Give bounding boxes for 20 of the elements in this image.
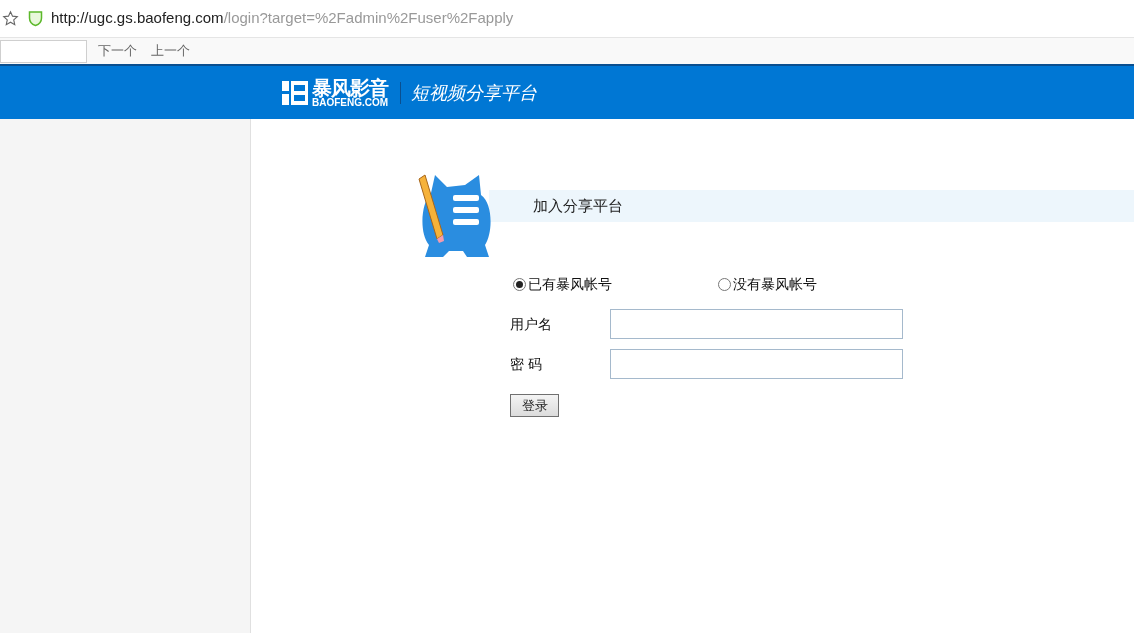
star-icon[interactable] bbox=[2, 10, 19, 27]
logo-icon bbox=[281, 78, 309, 107]
radio-button[interactable] bbox=[718, 277, 731, 291]
login-button[interactable]: 登录 bbox=[510, 394, 559, 417]
username-field[interactable] bbox=[610, 309, 903, 339]
field-label: 密 码 bbox=[510, 354, 543, 374]
form-title: 加入分享平台 bbox=[533, 195, 623, 216]
shield-icon bbox=[28, 10, 43, 27]
find-nav-button[interactable]: 下一个 bbox=[98, 41, 137, 61]
find-nav-button[interactable]: 上一个 bbox=[151, 41, 190, 61]
find-field[interactable] bbox=[0, 39, 87, 63]
radio-button[interactable] bbox=[513, 277, 526, 291]
logo-text: 暴风影音 bbox=[312, 77, 389, 98]
logo-domain: BAOFENG.COM bbox=[312, 97, 389, 108]
radio-label: 已有暴风帐号 bbox=[528, 274, 612, 294]
radio-label: 没有暴风帐号 bbox=[733, 274, 817, 294]
address-field[interactable]: http://ugc.gs.baofeng.com/login?target=%2Fadmin%2Fuser%2Fapply bbox=[51, 7, 514, 30]
password-field[interactable] bbox=[610, 349, 903, 379]
tagline: 短视频分享平台 bbox=[411, 81, 538, 105]
field-label: 用户名 bbox=[510, 314, 553, 334]
